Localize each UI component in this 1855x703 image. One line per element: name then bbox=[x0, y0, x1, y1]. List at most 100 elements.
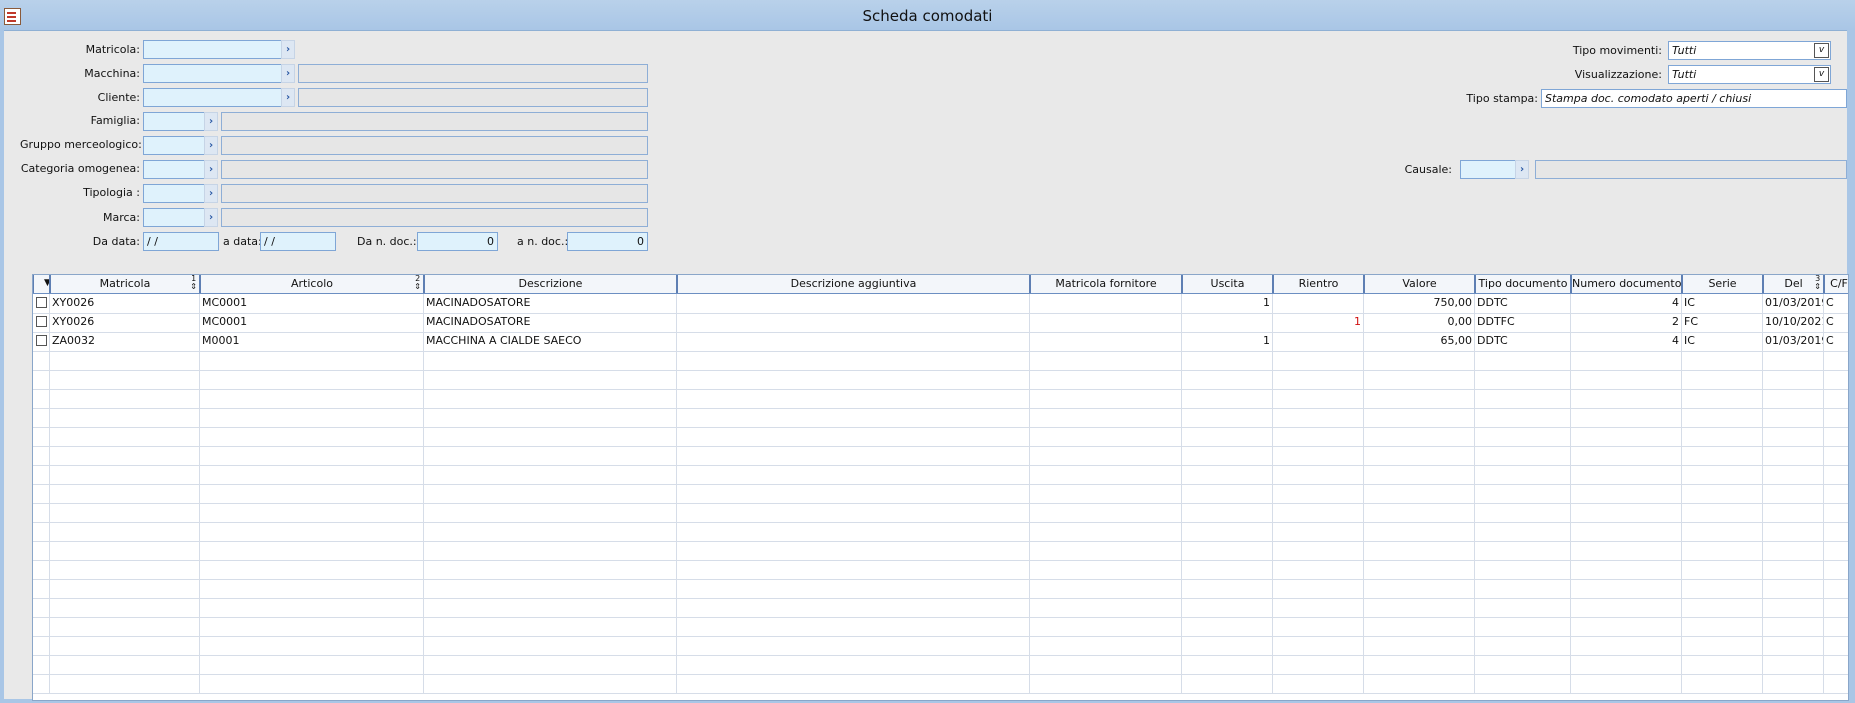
header-tipo-documento[interactable]: Tipo documento bbox=[1475, 275, 1571, 293]
header-uscita[interactable]: Uscita bbox=[1182, 275, 1273, 293]
header-del[interactable]: Del 3 ⇕ bbox=[1763, 275, 1824, 293]
cell-uscita bbox=[1182, 503, 1273, 522]
table-row[interactable] bbox=[33, 503, 1848, 523]
header-cf[interactable]: C/F bbox=[1824, 275, 1848, 293]
cell-numero-documento bbox=[1571, 522, 1682, 541]
cell-uscita bbox=[1182, 636, 1273, 655]
cell-serie bbox=[1682, 598, 1763, 617]
cell-articolo bbox=[200, 351, 424, 370]
table-row[interactable] bbox=[33, 636, 1848, 656]
famiglia-zoom-button[interactable]: › bbox=[204, 112, 218, 131]
results-grid[interactable]: ▼ Matricola 1⇕ Articolo 2⇕ Descrizione Descri… bbox=[32, 274, 1849, 701]
causale-input[interactable] bbox=[1460, 160, 1516, 179]
cell-cf bbox=[1824, 617, 1848, 636]
row-checkbox[interactable] bbox=[36, 297, 47, 308]
header-select-column[interactable]: ▼ bbox=[33, 275, 50, 293]
famiglia-input[interactable] bbox=[143, 112, 205, 131]
table-row[interactable] bbox=[33, 351, 1848, 371]
a-ndoc-input[interactable]: 0 bbox=[567, 232, 648, 251]
visualizzazione-select[interactable]: Tutti v bbox=[1668, 65, 1831, 84]
table-row[interactable] bbox=[33, 541, 1848, 561]
categoria-omogenea-input[interactable] bbox=[143, 160, 205, 179]
categoria-omogenea-zoom-button[interactable]: › bbox=[204, 160, 218, 179]
cell-tipo-documento bbox=[1475, 465, 1571, 484]
header-articolo[interactable]: Articolo 2 ⇕ bbox=[200, 275, 424, 293]
header-numero-documento[interactable]: Numero documento bbox=[1571, 275, 1682, 293]
cell-del: 01/03/2019 bbox=[1763, 332, 1824, 351]
gruppo-merceologico-label: Gruppo merceologico: bbox=[20, 138, 142, 151]
table-row[interactable] bbox=[33, 465, 1848, 485]
cell-tipo-documento bbox=[1475, 446, 1571, 465]
header-descrizione-aggiuntiva[interactable]: Descrizione aggiuntiva bbox=[677, 275, 1030, 293]
table-row[interactable]: XY0026 MC0001 MACINADOSATORE 1 0,00 DDTFC 2 FC 1… bbox=[33, 313, 1848, 333]
cell-matricola bbox=[50, 541, 200, 560]
marca-zoom-button[interactable]: › bbox=[204, 208, 218, 227]
cell-serie bbox=[1682, 465, 1763, 484]
matricola-zoom-button[interactable]: › bbox=[281, 40, 295, 59]
cell-descrizione: MACINADOSATORE bbox=[424, 313, 677, 332]
cell-rientro: 1 bbox=[1273, 313, 1364, 332]
cell-matricola-fornitore bbox=[1030, 351, 1182, 370]
row-checkbox[interactable] bbox=[36, 335, 47, 346]
header-matricola-fornitore[interactable]: Matricola fornitore bbox=[1030, 275, 1182, 293]
table-row[interactable] bbox=[33, 370, 1848, 390]
cell-uscita bbox=[1182, 560, 1273, 579]
row-checkbox[interactable] bbox=[36, 316, 47, 327]
table-row[interactable] bbox=[33, 560, 1848, 580]
chevron-down-icon[interactable]: v bbox=[1814, 67, 1829, 82]
causale-zoom-button[interactable]: › bbox=[1515, 160, 1529, 179]
chevron-down-icon[interactable]: v bbox=[1814, 43, 1829, 58]
gruppo-merceologico-zoom-button[interactable]: › bbox=[204, 136, 218, 155]
cell-numero-documento bbox=[1571, 389, 1682, 408]
table-row[interactable] bbox=[33, 427, 1848, 447]
table-row[interactable]: XY0026 MC0001 MACINADOSATORE 1 750,00 DDTC 4 IC… bbox=[33, 294, 1848, 314]
table-row[interactable] bbox=[33, 522, 1848, 542]
table-row[interactable] bbox=[33, 674, 1848, 694]
da-ndoc-input[interactable]: 0 bbox=[417, 232, 498, 251]
cell-articolo bbox=[200, 465, 424, 484]
macchina-zoom-button[interactable]: › bbox=[281, 64, 295, 83]
table-row[interactable] bbox=[33, 617, 1848, 637]
cliente-input[interactable] bbox=[143, 88, 282, 107]
da-data-input[interactable]: / / bbox=[143, 232, 219, 251]
header-label: Serie bbox=[1708, 277, 1737, 290]
table-row[interactable] bbox=[33, 484, 1848, 504]
macchina-input[interactable] bbox=[143, 64, 282, 83]
table-row[interactable] bbox=[33, 579, 1848, 599]
table-row[interactable] bbox=[33, 408, 1848, 428]
header-label: Descrizione aggiuntiva bbox=[790, 277, 917, 290]
header-rientro[interactable]: Rientro bbox=[1273, 275, 1364, 293]
tipologia-input[interactable] bbox=[143, 184, 205, 203]
header-serie[interactable]: Serie bbox=[1682, 275, 1763, 293]
header-label: Valore bbox=[1402, 277, 1437, 290]
header-matricola[interactable]: Matricola 1 ⇕ bbox=[50, 275, 200, 293]
tipo-stampa-select[interactable]: Stampa doc. comodato aperti / chiusi bbox=[1541, 89, 1847, 108]
cell-descrizione bbox=[424, 465, 677, 484]
cell-descrizione-aggiuntiva bbox=[677, 484, 1030, 503]
header-descrizione[interactable]: Descrizione bbox=[424, 275, 677, 293]
marca-input[interactable] bbox=[143, 208, 205, 227]
cell-descrizione-aggiuntiva bbox=[677, 294, 1030, 313]
tipo-movimenti-select[interactable]: Tutti v bbox=[1668, 41, 1831, 60]
gruppo-merceologico-input[interactable] bbox=[143, 136, 205, 155]
table-row[interactable]: ZA0032 M0001 MACCHINA A CIALDE SAECO 1 65,00… bbox=[33, 332, 1848, 352]
table-row[interactable] bbox=[33, 598, 1848, 618]
table-row[interactable] bbox=[33, 389, 1848, 409]
matricola-input[interactable] bbox=[143, 40, 282, 59]
cell-serie bbox=[1682, 484, 1763, 503]
tipologia-description-field bbox=[221, 184, 648, 203]
cell-matricola-fornitore bbox=[1030, 294, 1182, 313]
table-row[interactable] bbox=[33, 446, 1848, 466]
a-data-input[interactable]: / / bbox=[260, 232, 336, 251]
cell-serie bbox=[1682, 560, 1763, 579]
cell-descrizione bbox=[424, 617, 677, 636]
table-row[interactable] bbox=[33, 655, 1848, 675]
cell-articolo bbox=[200, 484, 424, 503]
cell-rientro bbox=[1273, 427, 1364, 446]
cell-uscita bbox=[1182, 351, 1273, 370]
header-valore[interactable]: Valore bbox=[1364, 275, 1475, 293]
cell-del: 10/10/2021 bbox=[1763, 313, 1824, 332]
cell-descrizione bbox=[424, 503, 677, 522]
tipologia-zoom-button[interactable]: › bbox=[204, 184, 218, 203]
cliente-zoom-button[interactable]: › bbox=[281, 88, 295, 107]
